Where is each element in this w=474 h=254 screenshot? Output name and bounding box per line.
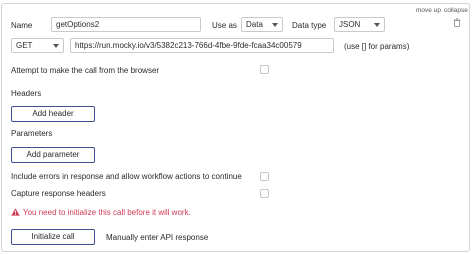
method-select[interactable]: GET [11,38,64,53]
headers-title: Headers [11,89,42,98]
chevron-down-icon [53,44,59,48]
initialize-call-label: Initialize call [31,232,75,241]
use-as-select[interactable]: Data [241,17,283,32]
manual-response-link[interactable]: Manually enter API response [106,233,208,242]
browser-call-checkbox[interactable] [260,65,269,74]
include-errors-checkbox[interactable] [260,172,269,181]
name-field[interactable]: getOptions2 [51,17,201,32]
name-label: Name [11,21,33,30]
add-header-button[interactable]: Add header [11,106,95,122]
capture-headers-checkbox[interactable] [260,189,269,198]
collapse-link[interactable]: collapse [444,7,468,14]
params-hint: (use [] for params) [344,42,410,51]
add-parameter-button[interactable]: Add parameter [11,147,95,163]
data-type-label: Data type [292,21,327,30]
add-header-label: Add header [32,109,74,118]
use-as-label: Use as [212,21,237,30]
api-call-panel: move up collapse Name getOptions2 Use as… [1,3,470,252]
chevron-down-icon [272,23,278,27]
browser-call-label: Attempt to make the call from the browse… [11,66,160,75]
initialize-call-button[interactable]: Initialize call [11,229,95,245]
method-value: GET [16,41,33,50]
url-field[interactable]: https://run.mocky.io/v3/5382c213-766d-4f… [70,38,334,53]
warning-message: You need to initialize this call before … [23,208,191,217]
name-value: getOptions2 [56,20,100,29]
warning-icon [11,208,20,218]
parameters-title: Parameters [11,129,53,138]
use-as-value: Data [246,20,263,29]
add-parameter-label: Add parameter [26,150,80,159]
trash-icon[interactable] [453,18,461,29]
chevron-down-icon [374,23,380,27]
capture-headers-label: Capture response headers [11,189,106,198]
include-errors-label: Include errors in response and allow wor… [11,172,242,181]
data-type-value: JSON [339,20,361,29]
move-up-link[interactable]: move up [416,7,441,14]
data-type-select[interactable]: JSON [334,17,385,32]
url-value: https://run.mocky.io/v3/5382c213-766d-4f… [75,41,302,50]
